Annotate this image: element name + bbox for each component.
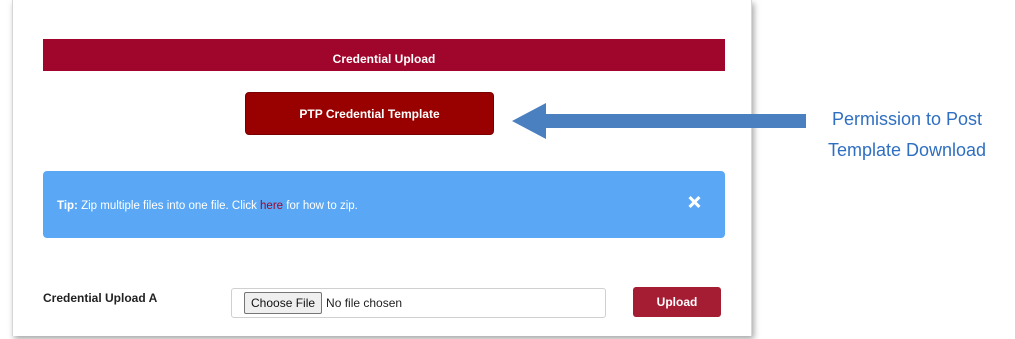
choose-file-button[interactable]: Choose File (244, 292, 323, 314)
file-input[interactable]: Choose File No file chosen (231, 288, 606, 318)
annotation-line-2: Template Download (827, 140, 987, 160)
left-arrow-icon (512, 103, 806, 139)
template-button-label: PTP Credential Template (299, 106, 440, 121)
tip-alert: Tip: Zip multiple files into one file. C… (43, 171, 725, 238)
annotation-callout: Permission to Post Template Download (808, 104, 1006, 166)
upload-button[interactable]: Upload (633, 287, 721, 317)
credential-upload-a-label: Credential Upload A (43, 291, 158, 305)
panel-header: Credential Upload (43, 39, 725, 71)
tip-prefix: Tip: (57, 200, 78, 212)
ptp-credential-template-button[interactable]: PTP Credential Template (245, 92, 494, 135)
close-icon[interactable] (687, 195, 701, 209)
tip-text: Tip: Zip multiple files into one file. C… (57, 200, 358, 212)
tip-text-after: for how to zip. (283, 200, 358, 212)
credential-panel: Credential Upload PTP Credential Templat… (12, 0, 752, 336)
tip-text-before: Zip multiple files into one file. Click (77, 200, 261, 212)
how-to-zip-link[interactable]: here (260, 200, 283, 212)
annotation-line-1: Permission to Post (831, 109, 983, 129)
panel-title: Credential Upload (332, 52, 436, 66)
upload-button-label: Upload (656, 295, 698, 309)
no-file-chosen-text: No file chosen (326, 296, 403, 310)
